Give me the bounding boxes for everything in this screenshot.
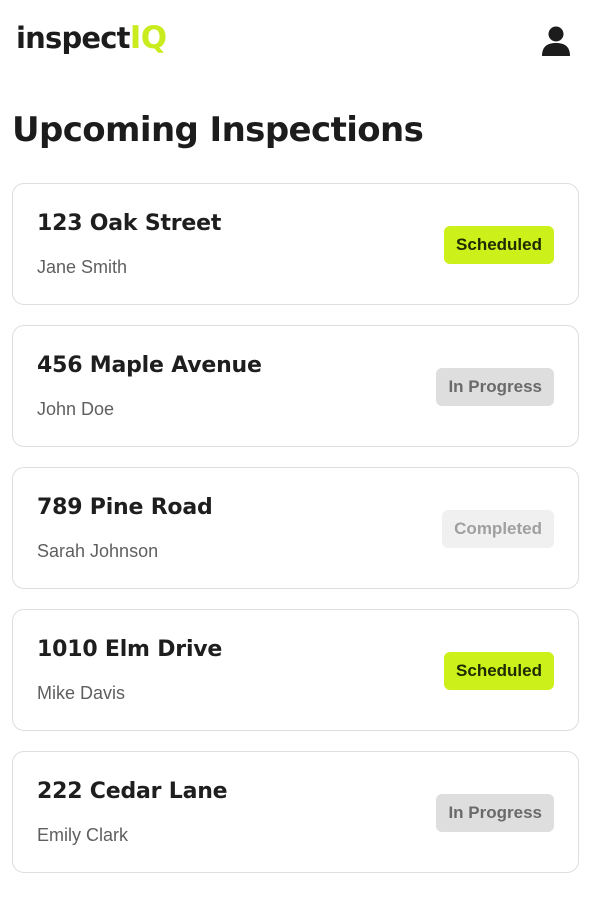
user-icon — [542, 26, 570, 56]
inspection-card[interactable]: 222 Cedar Lane Emily Clark In Progress — [12, 751, 579, 873]
logo-text: inspect — [16, 21, 131, 55]
inspection-address: 222 Cedar Lane — [37, 779, 228, 804]
page-title: Upcoming Inspections — [12, 110, 424, 150]
status-badge: Scheduled — [444, 226, 554, 264]
inspection-card[interactable]: 789 Pine Road Sarah Johnson Completed — [12, 467, 579, 589]
inspector-name: Mike Davis — [37, 683, 126, 703]
inspectiq-logo[interactable]: inspect IQ — [16, 20, 167, 64]
user-profile-button[interactable] — [539, 24, 573, 58]
status-badge: Completed — [442, 510, 554, 548]
inspection-address: 456 Maple Avenue — [37, 353, 262, 378]
app-header: inspect IQ — [0, 0, 591, 90]
inspection-list: 123 Oak Street Jane Smith Scheduled 456 … — [12, 183, 579, 893]
status-badge: Scheduled — [444, 652, 554, 690]
inspection-address: 1010 Elm Drive — [37, 637, 223, 662]
logo-accent-text: IQ — [129, 20, 167, 56]
inspector-name: Emily Clark — [37, 825, 129, 845]
status-badge: In Progress — [436, 794, 554, 832]
inspection-card[interactable]: 456 Maple Avenue John Doe In Progress — [12, 325, 579, 447]
inspection-card[interactable]: 123 Oak Street Jane Smith Scheduled — [12, 183, 579, 305]
inspection-card[interactable]: 1010 Elm Drive Mike Davis Scheduled — [12, 609, 579, 731]
inspection-address: 789 Pine Road — [37, 495, 213, 520]
inspector-name: Sarah Johnson — [37, 541, 159, 561]
inspection-address: 123 Oak Street — [37, 211, 222, 236]
status-badge: In Progress — [436, 368, 554, 406]
inspector-name: Jane Smith — [37, 257, 128, 277]
inspector-name: John Doe — [37, 399, 115, 419]
